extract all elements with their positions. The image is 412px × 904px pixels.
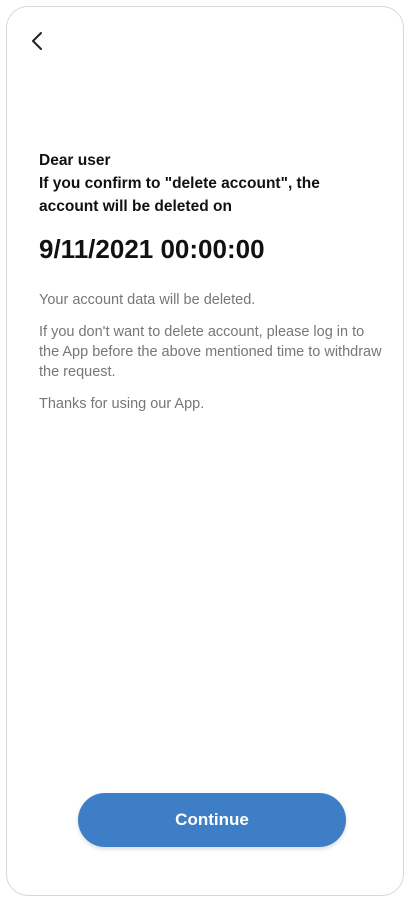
thanks-text: Thanks for using our App. bbox=[39, 396, 205, 412]
withdraw-text: If you don't want to delete account, ple… bbox=[39, 324, 382, 380]
continue-button[interactable]: Continue bbox=[78, 793, 346, 847]
confirm-text: If you confirm to "delete account", the … bbox=[39, 175, 320, 215]
greeting: Dear user bbox=[39, 152, 111, 169]
app-screen: Dear user If you confirm to "delete acco… bbox=[6, 6, 404, 896]
deletion-notice: Dear user If you confirm to "delete acco… bbox=[39, 149, 383, 414]
deletion-datetime: 9/11/2021 00:00:00 bbox=[39, 234, 265, 264]
data-deleted-text: Your account data will be deleted. bbox=[39, 292, 256, 308]
back-button[interactable] bbox=[23, 27, 51, 55]
chevron-left-icon bbox=[32, 32, 42, 50]
